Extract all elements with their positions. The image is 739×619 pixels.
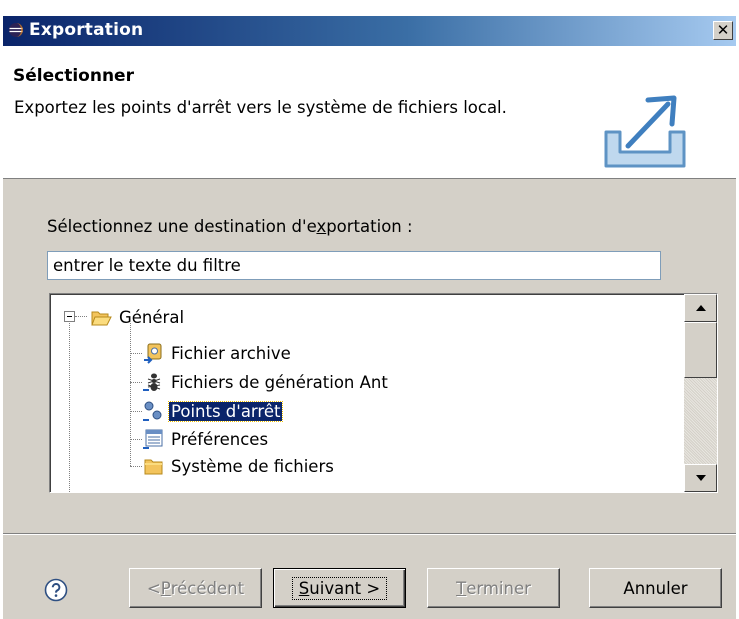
tree-item-ant-files[interactable]: Fichiers de génération Ant — [142, 369, 390, 395]
breakpoints-icon — [143, 401, 162, 421]
page-title: Sélectionner — [13, 66, 134, 86]
export-dialog: Exportation ✕ Sélectionner Exportez les … — [3, 16, 736, 619]
close-button[interactable]: ✕ — [713, 21, 733, 40]
tree-connector — [130, 382, 142, 383]
tree-item-label: Fichier archive — [171, 343, 291, 363]
tree-content: Général Fichier archive Fichiers de géné… — [50, 294, 684, 492]
scroll-up-button[interactable] — [684, 294, 717, 322]
tree-connector — [75, 316, 87, 317]
destination-label: Sélectionnez une destination d'exportati… — [47, 217, 413, 236]
finish-button[interactable]: Terminer — [427, 568, 560, 608]
ant-icon — [143, 373, 161, 391]
preferences-icon — [143, 429, 163, 449]
window-title: Exportation — [29, 20, 144, 40]
tree-connector — [130, 411, 142, 412]
archive-file-icon — [144, 343, 162, 364]
tree-item-general[interactable]: Général — [90, 304, 186, 330]
arrow-down-icon — [695, 475, 706, 481]
export-destination-tree[interactable]: Général Fichier archive Fichiers de géné… — [49, 293, 718, 493]
next-button[interactable]: Suivant > — [273, 568, 406, 608]
title-bar[interactable]: Exportation ✕ — [3, 16, 736, 46]
eclipse-icon — [9, 23, 23, 37]
tree-item-label: Points d'arrêt — [167, 400, 284, 422]
tree-connector — [130, 466, 142, 467]
tree-scrollbar[interactable] — [684, 294, 717, 492]
tree-connector — [130, 439, 142, 440]
button-bar-separator — [3, 533, 736, 535]
arrow-up-icon — [695, 305, 706, 311]
back-button[interactable]: < Précédent — [129, 568, 262, 608]
tree-item-preferences[interactable]: Préférences — [142, 426, 270, 452]
tree-item-label: Général — [119, 307, 185, 327]
tree-item-file-system[interactable]: Système de fichiers — [142, 453, 336, 479]
tree-connector — [130, 323, 131, 466]
folder-icon — [144, 459, 163, 475]
scroll-thumb[interactable] — [684, 322, 717, 378]
folder-open-icon — [91, 311, 112, 326]
tree-item-label: Système de fichiers — [171, 456, 334, 476]
tree-item-archive-file[interactable]: Fichier archive — [142, 340, 293, 366]
cancel-button[interactable]: Annuler — [589, 568, 722, 608]
tree-connector — [130, 353, 142, 354]
collapse-toggle[interactable] — [64, 311, 75, 322]
help-icon[interactable] — [44, 578, 68, 602]
export-wizard-icon — [604, 95, 686, 168]
tree-item-label: Préférences — [171, 429, 269, 449]
close-icon: ✕ — [716, 21, 730, 39]
page-description: Exportez les points d'arrêt vers le syst… — [14, 98, 507, 117]
scroll-down-button[interactable] — [684, 464, 717, 492]
wizard-header: Sélectionner Exportez les points d'arrêt… — [3, 46, 736, 179]
tree-item-label: Fichiers de génération Ant — [171, 372, 388, 392]
tree-item-breakpoints[interactable]: Points d'arrêt — [142, 398, 284, 424]
tree-connector — [69, 323, 70, 492]
filter-input[interactable] — [47, 251, 661, 280]
